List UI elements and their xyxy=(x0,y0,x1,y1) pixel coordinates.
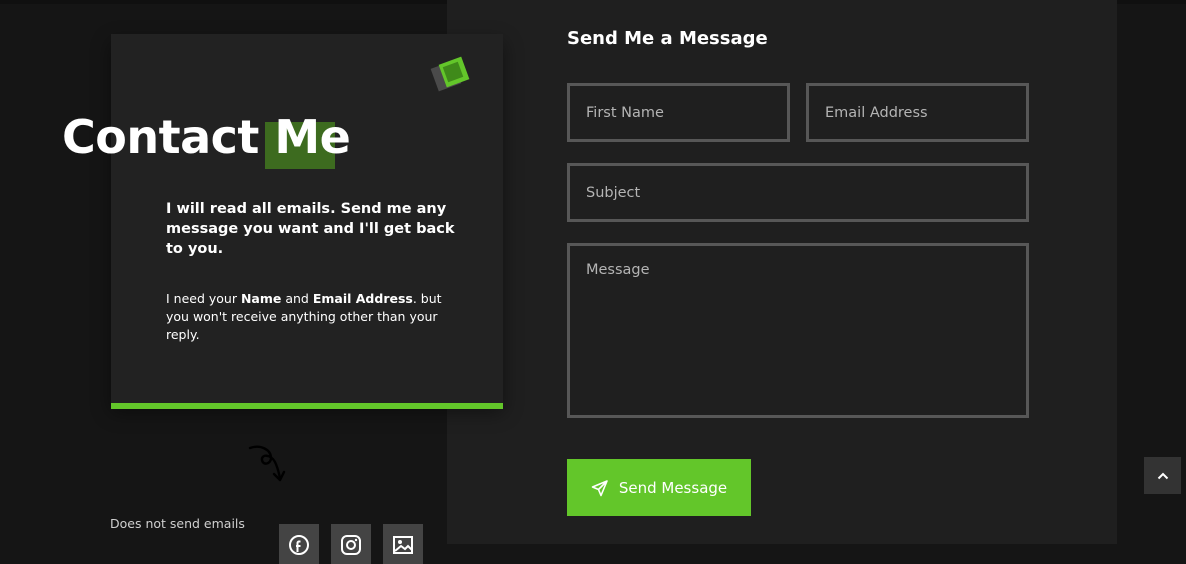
privacy-note: I need your Name and Email Address. but … xyxy=(166,290,456,344)
curly-arrow-icon xyxy=(248,445,286,482)
instagram-button[interactable] xyxy=(331,524,371,564)
privacy-note-joiner: and xyxy=(281,291,313,306)
card-accent-bar xyxy=(111,403,503,409)
send-icon xyxy=(591,479,608,496)
image-icon xyxy=(393,536,413,554)
facebook-button[interactable] xyxy=(279,524,319,564)
email-input[interactable] xyxy=(806,83,1029,142)
gallery-button[interactable] xyxy=(383,524,423,564)
disclaimer-text: Does not send emails xyxy=(110,516,245,531)
layered-squares-icon xyxy=(430,56,470,92)
send-message-label: Send Message xyxy=(618,478,728,497)
first-name-input[interactable] xyxy=(567,83,790,142)
instagram-icon xyxy=(341,535,361,555)
send-message-button[interactable]: Send Message xyxy=(567,459,751,516)
message-textarea[interactable] xyxy=(567,243,1029,418)
form-title: Send Me a Message xyxy=(567,28,768,49)
privacy-note-email: Email Address xyxy=(312,291,413,306)
scroll-to-top-button[interactable] xyxy=(1144,457,1181,494)
intro-text: I will read all emails. Send me any mess… xyxy=(166,201,455,257)
subject-input[interactable] xyxy=(567,163,1029,222)
facebook-icon xyxy=(289,535,309,555)
privacy-note-name: Name xyxy=(240,291,282,306)
privacy-note-prefix: I need your xyxy=(166,291,241,306)
page-title: Contact Me xyxy=(62,110,351,164)
chevron-up-icon xyxy=(1157,472,1168,479)
